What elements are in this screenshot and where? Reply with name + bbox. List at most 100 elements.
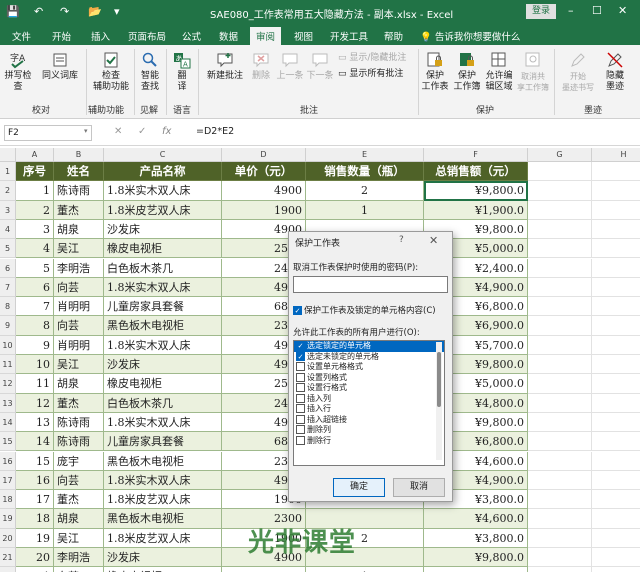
tab-insert[interactable]: 插入 — [91, 29, 110, 43]
permission-item[interactable]: ✓ 选定未锁定的单元格 — [294, 351, 444, 363]
name-box-dropdown-icon[interactable]: ▾ — [84, 127, 88, 135]
checkbox-unchecked-icon[interactable] — [296, 383, 305, 392]
previous-comment-button[interactable]: 上一条 — [276, 51, 304, 82]
row-header[interactable]: 7 — [0, 277, 16, 298]
table-cell[interactable]: 1.8米皮艺双人床 — [104, 200, 222, 220]
empty-cell[interactable] — [528, 490, 592, 510]
empty-cell[interactable] — [592, 316, 640, 336]
empty-cell[interactable] — [592, 297, 640, 317]
table-cell[interactable]: 白色板木茶几 — [104, 258, 222, 278]
enter-icon[interactable]: ✓ — [138, 126, 146, 137]
row-header[interactable]: 12 — [0, 374, 16, 394]
customize-toolbar-icon[interactable]: ▾ — [114, 5, 120, 18]
start-inking-button[interactable]: 开始 墨迹书写 — [558, 51, 598, 93]
table-cell[interactable]: ¥2,500.0 — [424, 567, 528, 572]
help-button[interactable]: ? — [399, 235, 404, 245]
empty-cell[interactable] — [592, 374, 640, 394]
hide-ink-button[interactable]: 隐藏 墨迹 — [600, 51, 630, 93]
row-header[interactable]: 1 — [0, 162, 16, 182]
select-all-corner[interactable] — [0, 148, 16, 162]
empty-cell[interactable] — [592, 393, 640, 413]
table-header-cell[interactable]: 姓名 — [54, 162, 104, 182]
table-cell[interactable]: 沙发床 — [104, 355, 222, 375]
table-cell[interactable]: 董杰 — [54, 200, 104, 220]
empty-cell[interactable] — [592, 200, 640, 220]
table-cell[interactable]: 胡泉 — [54, 374, 104, 394]
cancel-icon[interactable]: ✕ — [114, 126, 122, 137]
empty-cell[interactable] — [528, 219, 592, 240]
save-icon[interactable]: 💾 — [6, 5, 20, 18]
column-header-H[interactable]: H — [592, 148, 640, 162]
empty-cell[interactable] — [528, 200, 592, 220]
table-cell[interactable]: 14 — [16, 432, 54, 452]
table-cell[interactable]: 15 — [16, 451, 54, 471]
table-cell[interactable]: 21 — [16, 567, 54, 572]
empty-cell[interactable] — [528, 181, 592, 201]
table-cell[interactable]: 12 — [16, 393, 54, 413]
empty-cell[interactable] — [592, 162, 640, 182]
permissions-scrollbar[interactable] — [436, 342, 442, 460]
tab-home[interactable]: 开始 — [52, 29, 71, 43]
ok-button[interactable]: 确定 — [333, 478, 385, 497]
table-cell[interactable]: 陈诗雨 — [54, 432, 104, 452]
table-cell[interactable]: 1900 — [222, 200, 306, 220]
row-header[interactable]: 11 — [0, 355, 16, 375]
table-cell[interactable]: 2500 — [222, 567, 306, 572]
empty-cell[interactable] — [528, 335, 592, 355]
empty-cell[interactable] — [528, 239, 592, 259]
tab-file[interactable]: 文件 — [12, 29, 31, 43]
table-cell[interactable]: 陈诗雨 — [54, 181, 104, 201]
permission-item[interactable]: 设置单元格格式 — [294, 362, 444, 373]
empty-cell[interactable] — [592, 528, 640, 548]
redo-icon[interactable]: ↷ — [60, 5, 69, 18]
table-cell[interactable]: 5 — [16, 258, 54, 278]
table-cell[interactable]: 向芸 — [54, 470, 104, 491]
empty-cell[interactable] — [528, 412, 592, 433]
table-cell[interactable]: 8 — [16, 316, 54, 336]
row-header[interactable]: 18 — [0, 490, 16, 510]
table-cell[interactable]: 陈诗雨 — [54, 412, 104, 433]
empty-cell[interactable] — [592, 490, 640, 510]
empty-cell[interactable] — [528, 162, 592, 182]
table-cell[interactable]: 沙发床 — [104, 548, 222, 568]
row-header[interactable]: 3 — [0, 200, 16, 220]
row-header[interactable]: 17 — [0, 470, 16, 491]
column-header-F[interactable]: F — [424, 148, 528, 162]
table-header-cell[interactable]: 总销售额（元） — [424, 162, 528, 182]
table-cell[interactable]: 吴江 — [54, 528, 104, 548]
table-cell[interactable]: 儿童房家具套餐 — [104, 297, 222, 317]
cancel-button[interactable]: 取消 — [393, 478, 445, 497]
column-header-E[interactable]: E — [306, 148, 424, 162]
table-cell[interactable]: 1.8米皮艺双人床 — [104, 528, 222, 548]
table-cell[interactable]: ¥9,800.0 — [424, 548, 528, 568]
unshare-workbook-button[interactable]: 取消共 享工作簿 — [516, 51, 550, 93]
table-cell[interactable]: 橡皮电视柜 — [104, 374, 222, 394]
row-header[interactable]: 13 — [0, 393, 16, 413]
row-header[interactable]: 4 — [0, 219, 16, 240]
column-header-B[interactable]: B — [54, 148, 104, 162]
login-button[interactable]: 登录 — [526, 4, 556, 19]
table-cell[interactable]: 向芸 — [54, 277, 104, 298]
table-cell[interactable]: 吴江 — [54, 355, 104, 375]
next-comment-button[interactable]: 下一条 — [306, 51, 334, 82]
column-header-C[interactable]: C — [104, 148, 222, 162]
table-cell[interactable]: 1.8米实木双人床 — [104, 277, 222, 298]
empty-cell[interactable] — [592, 355, 640, 375]
empty-cell[interactable] — [528, 277, 592, 298]
empty-cell[interactable] — [592, 432, 640, 452]
show-all-comments-button[interactable]: ▭ 显示所有批注 — [338, 69, 410, 80]
empty-cell[interactable] — [592, 335, 640, 355]
row-header[interactable]: 15 — [0, 432, 16, 452]
table-cell[interactable]: ¥3,800.0 — [424, 528, 528, 548]
permission-item[interactable]: ✓ 选定锁定的单元格 — [294, 341, 444, 352]
empty-cell[interactable] — [528, 393, 592, 413]
table-cell[interactable]: 沙发床 — [104, 219, 222, 240]
empty-cell[interactable] — [528, 355, 592, 375]
table-cell[interactable]: 庞宇 — [54, 451, 104, 471]
check-accessibility-button[interactable]: 检查 辅助功能 — [90, 51, 132, 93]
table-cell[interactable]: 肖明明 — [54, 335, 104, 355]
empty-cell[interactable] — [528, 258, 592, 278]
table-cell[interactable]: 肖明明 — [54, 297, 104, 317]
empty-cell[interactable] — [592, 548, 640, 568]
table-cell[interactable]: 1 — [306, 200, 424, 220]
